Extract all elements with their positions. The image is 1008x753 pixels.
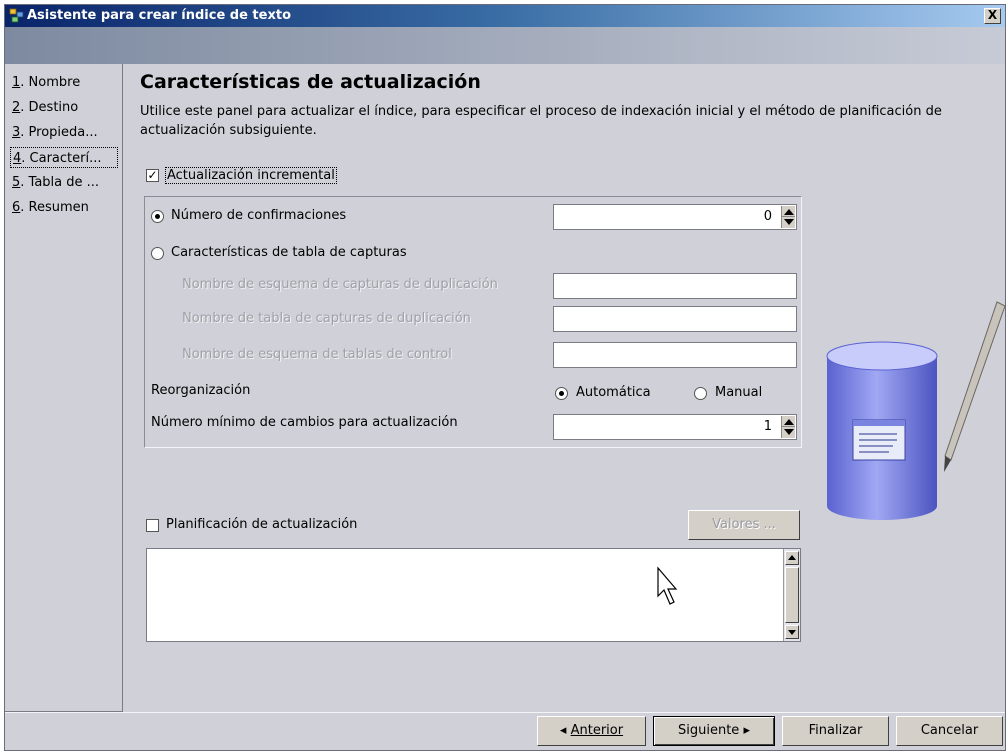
sidebar-item-destino[interactable]: 2. Destino <box>10 97 118 118</box>
window-title: Asistente para crear índice de texto <box>27 8 291 23</box>
page-title: Características de actualización <box>140 71 481 93</box>
sidebar-item-caracteristicas[interactable]: 4. Caracterí... <box>10 147 118 168</box>
back-label: Anterior <box>570 723 624 738</box>
page-description: Utilice este panel para actualizar el ín… <box>140 104 942 138</box>
finish-button[interactable]: Finalizar <box>782 716 889 746</box>
close-icon: X <box>987 8 998 22</box>
reorg-auto-label: Automática <box>576 385 651 400</box>
incremental-update-checkbox[interactable]: ✓ <box>146 169 159 182</box>
capture-table-input[interactable] <box>553 306 797 332</box>
capture-schema-input[interactable] <box>553 273 797 299</box>
capture-table-radio[interactable] <box>151 247 164 260</box>
mouse-cursor-icon <box>657 566 678 605</box>
main-panel: Características de actualización Utilice… <box>124 64 1006 712</box>
step-label: . Resumen <box>20 200 89 215</box>
next-button[interactable]: Siguiente ▸ <box>653 716 775 746</box>
wizard-footer: ◂ Anterior Siguiente ▸ Finalizar Cancela… <box>5 712 1005 750</box>
commits-spinner[interactable]: 0 <box>553 204 797 230</box>
min-changes-spinner[interactable]: 1 <box>553 414 797 440</box>
settings-button[interactable]: Valores ... <box>688 510 800 540</box>
control-schema-input[interactable] <box>553 342 797 368</box>
reorganization-label: Reorganización <box>151 383 251 398</box>
wizard-app-icon <box>9 8 24 23</box>
commits-value: 0 <box>763 209 772 224</box>
capture-table-name-label: Nombre de tabla de capturas de duplicaci… <box>182 311 471 326</box>
schedule-checkbox[interactable] <box>146 519 159 532</box>
reorg-manual-radio[interactable] <box>694 387 707 400</box>
capture-table-label: Características de tabla de capturas <box>171 245 407 260</box>
spinner-arrows-icon[interactable] <box>781 416 795 438</box>
cancel-button[interactable]: Cancelar <box>896 716 1003 746</box>
step-label: . Nombre <box>20 75 81 90</box>
reorg-auto-radio[interactable] <box>555 387 568 400</box>
next-label: Siguiente <box>678 723 740 738</box>
scroll-up-icon[interactable] <box>785 551 799 565</box>
commits-radio[interactable] <box>151 210 164 223</box>
wizard-window: Asistente para crear índice de texto X 1… <box>4 4 1006 751</box>
reorg-manual-label: Manual <box>715 385 763 400</box>
min-changes-value: 1 <box>763 419 772 434</box>
min-changes-label: Número mínimo de cambios para actualizac… <box>151 415 458 430</box>
capture-schema-label: Nombre de esquema de capturas de duplica… <box>182 277 498 292</box>
back-button[interactable]: ◂ Anterior <box>537 716 646 746</box>
schedule-label: Planificación de actualización <box>166 517 358 532</box>
commits-label: Número de confirmaciones <box>171 208 347 223</box>
step-label: . Destino <box>20 100 79 115</box>
step-label: . Caracterí... <box>21 151 102 166</box>
incremental-settings-group: Número de confirmaciones 0 Característic… <box>144 196 802 448</box>
sidebar-item-tabla[interactable]: 5. Tabla de ... <box>10 172 118 193</box>
wizard-steps-sidebar: 1. Nombre 2. Destino 3. Propieda... 4. C… <box>5 64 123 712</box>
schedule-textarea[interactable] <box>146 548 801 642</box>
control-schema-label: Nombre de esquema de tablas de control <box>182 347 452 362</box>
title-bar: Asistente para crear índice de texto X <box>5 5 1005 27</box>
incremental-update-label[interactable]: Actualización incremental <box>165 167 337 184</box>
header-band <box>5 27 1005 64</box>
sidebar-item-resumen[interactable]: 6. Resumen <box>10 197 118 218</box>
sidebar-item-propiedades[interactable]: 3. Propieda... <box>10 122 118 143</box>
scroll-down-icon[interactable] <box>785 625 799 639</box>
close-button[interactable]: X <box>984 8 1001 24</box>
sidebar-item-nombre[interactable]: 1. Nombre <box>10 72 118 93</box>
database-pencil-illustration <box>826 301 1006 520</box>
scroll-thumb[interactable] <box>785 567 799 623</box>
vertical-scrollbar[interactable] <box>783 549 800 641</box>
step-label: . Propieda... <box>20 125 98 140</box>
step-label: . Tabla de ... <box>20 175 100 190</box>
spinner-arrows-icon[interactable] <box>781 206 795 228</box>
